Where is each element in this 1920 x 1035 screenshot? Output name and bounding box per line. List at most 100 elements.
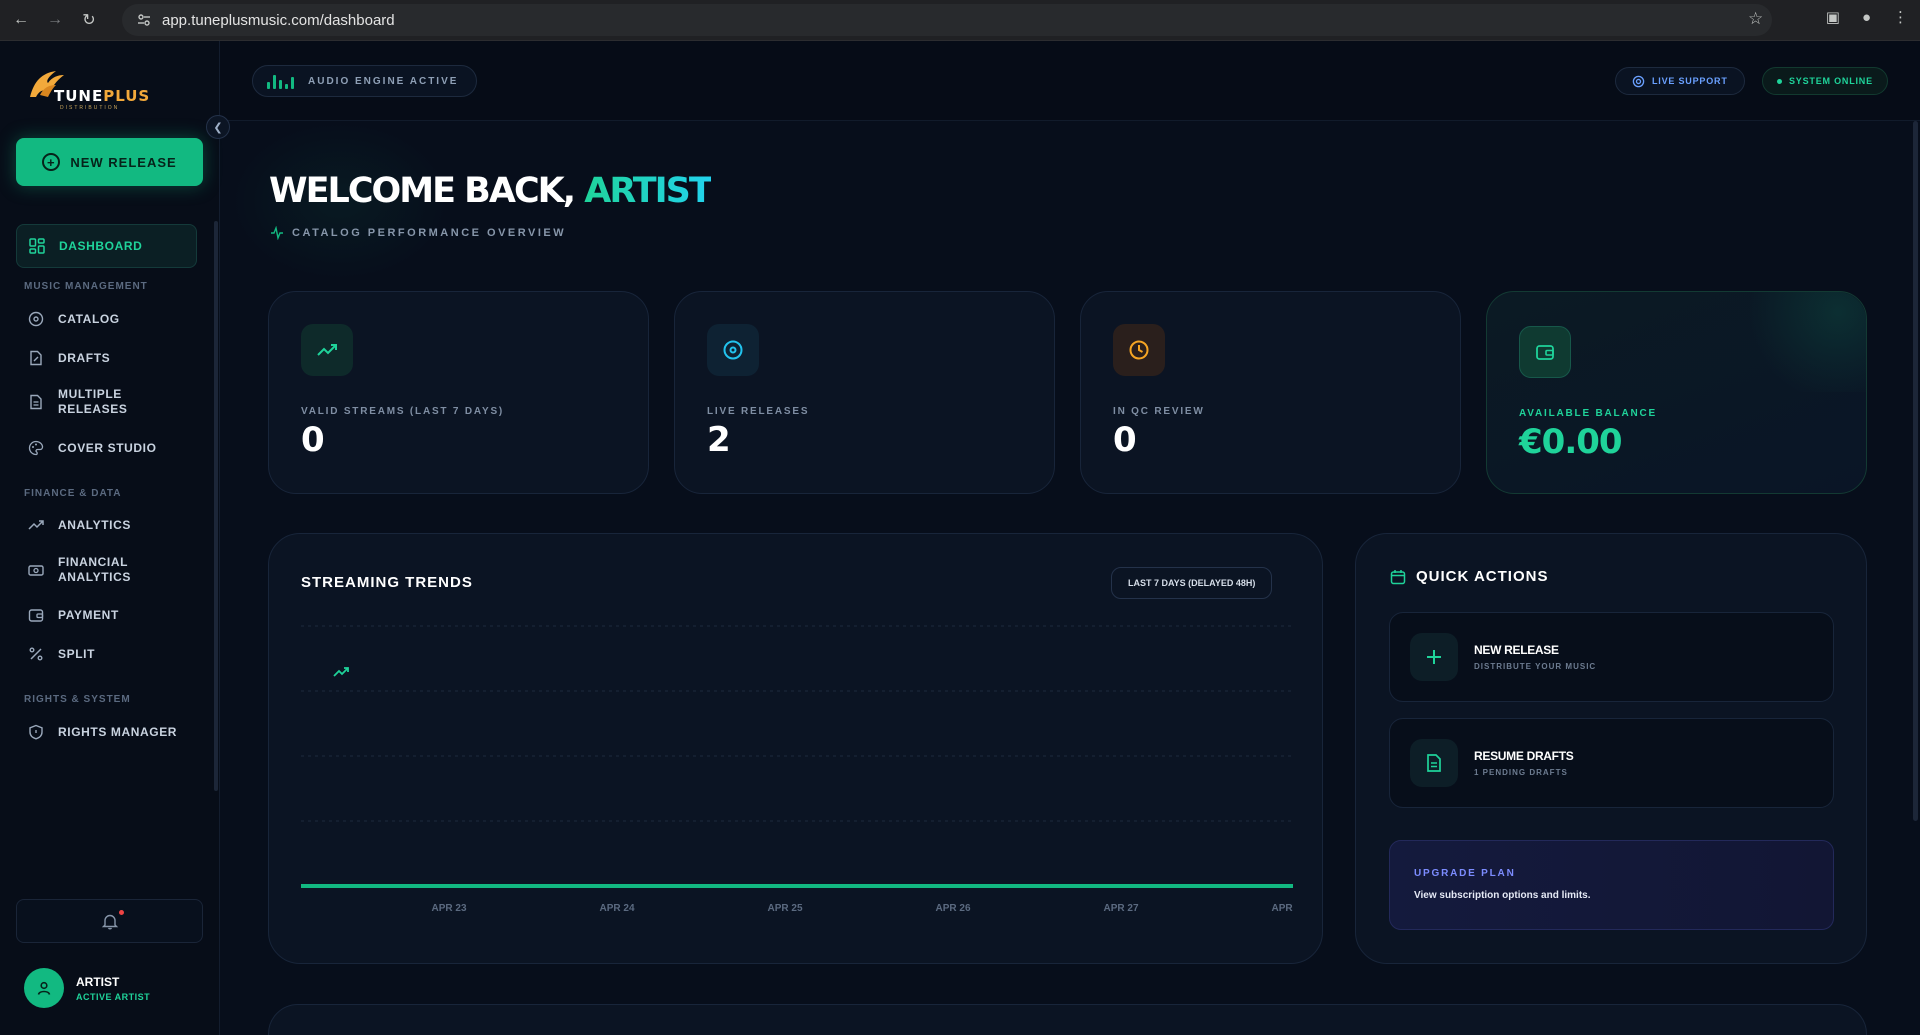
bookmark-star-icon[interactable]: ☆: [1748, 9, 1763, 29]
brand-name-part1: TUNE: [54, 87, 104, 105]
streaming-trends-card: STREAMING TRENDS LAST 7 DAYS (DELAYED 48…: [268, 533, 1323, 964]
trending-up-icon: [28, 520, 44, 530]
sidebar-item-label: ANALYTICS: [58, 518, 131, 532]
notifications-button[interactable]: [16, 899, 203, 943]
upgrade-plan-subtitle: View subscription options and limits.: [1414, 890, 1591, 901]
sidebar-item-label: DASHBOARD: [59, 239, 143, 253]
stat-label: AVAILABLE BALANCE: [1519, 408, 1658, 419]
x-tick-label: APR 24: [599, 903, 634, 914]
avatar: [24, 968, 64, 1008]
sidebar-item-multiple-releases[interactable]: MULTIPLE RELEASES: [16, 387, 197, 417]
quick-action-resume-drafts[interactable]: RESUME DRAFTS 1 PENDING DRAFTS: [1389, 718, 1834, 808]
chevron-left-icon: ❮: [213, 121, 223, 134]
user-icon: [37, 981, 51, 995]
sidebar-item-catalog[interactable]: CATALOG: [16, 311, 197, 327]
sidebar-item-label: RIGHTS MANAGER: [58, 725, 178, 739]
stat-value: €0.00: [1519, 422, 1623, 462]
plus-glyph-icon: [1427, 650, 1441, 664]
sidebar-item-financial-analytics[interactable]: FINANCIAL ANALYTICS: [16, 555, 197, 585]
forward-icon[interactable]: →: [42, 7, 68, 33]
new-release-button[interactable]: + NEW RELEASE: [16, 138, 203, 186]
file-edit-icon: [30, 350, 42, 366]
audio-engine-status: AUDIO ENGINE ACTIVE: [252, 65, 478, 97]
stat-card-qc-review: IN QC REVIEW 0: [1080, 291, 1461, 494]
streaming-trends-title: STREAMING TRENDS: [301, 574, 473, 677]
shield-icon: [29, 724, 43, 740]
tab-search-icon[interactable]: ▣: [1826, 8, 1840, 26]
stat-icon-box: [301, 324, 353, 376]
percent-icon: [29, 647, 43, 661]
new-release-label: NEW RELEASE: [70, 154, 177, 170]
stat-card-live-releases: LIVE RELEASES 2: [674, 291, 1055, 494]
sidebar-item-drafts[interactable]: DRAFTS: [16, 350, 197, 366]
x-tick-label: APR 27: [1103, 903, 1138, 914]
section-rights-system: RIGHTS & SYSTEM: [24, 694, 131, 705]
equalizer-icon: [267, 73, 294, 89]
date-range-selector[interactable]: LAST 7 DAYS (DELAYED 48H): [1111, 567, 1273, 599]
bottom-card: [268, 1004, 1867, 1035]
sidebar-item-dashboard[interactable]: DASHBOARD: [16, 224, 197, 268]
sidebar-item-split[interactable]: SPLIT: [16, 646, 197, 662]
document-stack-icon: [30, 394, 42, 410]
sidebar-item-rights-manager[interactable]: RIGHTS MANAGER: [16, 724, 197, 740]
stat-icon-box: [1519, 326, 1571, 378]
quick-actions-label: QUICK ACTIONS: [1416, 568, 1549, 585]
menu-icon[interactable]: ⋮: [1893, 8, 1908, 26]
section-music-management: MUSIC MANAGEMENT: [24, 281, 148, 292]
sidebar-item-label: ANALYTICS: [58, 570, 131, 584]
sidebar-item-label: RELEASES: [58, 402, 128, 416]
upgrade-plan-card[interactable]: UPGRADE PLAN View subscription options a…: [1389, 840, 1834, 930]
audio-engine-label: AUDIO ENGINE ACTIVE: [308, 75, 459, 87]
system-online-label: SYSTEM ONLINE: [1789, 76, 1873, 86]
top-bar: AUDIO ENGINE ACTIVE LIVE SUPPORT SYSTEM …: [220, 41, 1920, 121]
brand-name-part2: PLUS: [103, 87, 151, 105]
stat-icon-box: [1113, 324, 1165, 376]
sidebar-item-label: SPLIT: [58, 647, 96, 661]
document-glyph-icon: [1427, 754, 1441, 772]
stat-value: 2: [707, 420, 731, 460]
x-tick-label: APR 28: [1271, 903, 1293, 914]
user-role: ACTIVE ARTIST: [76, 991, 151, 1002]
quick-action-subtitle: 1 PENDING DRAFTS: [1474, 768, 1568, 777]
main-content: WELCOME BACK, ARTIST CATALOG PERFORMANCE…: [220, 121, 1920, 1035]
stat-label: VALID STREAMS (LAST 7 DAYS): [301, 406, 505, 417]
clock-icon: [1129, 340, 1149, 360]
main-scrollbar[interactable]: [1913, 121, 1918, 821]
section-finance-data: FINANCE & DATA: [24, 488, 122, 499]
quick-action-new-release[interactable]: NEW RELEASE DISTRIBUTE YOUR MUSIC: [1389, 612, 1834, 702]
lifebuoy-icon: [1632, 75, 1645, 87]
user-name: ARTIST: [76, 974, 120, 989]
palette-icon: [28, 440, 44, 456]
sidebar-item-label: COVER STUDIO: [58, 441, 157, 455]
notification-badge: [117, 908, 126, 917]
decorative-glow: [1726, 292, 1866, 392]
system-online-status: SYSTEM ONLINE: [1762, 67, 1888, 95]
sidebar-item-label: CATALOG: [58, 312, 120, 326]
address-bar[interactable]: app.tuneplusmusic.com/dashboard: [122, 4, 1772, 36]
subtitle-text: CATALOG PERFORMANCE OVERVIEW: [292, 227, 567, 239]
plus-icon: [1410, 633, 1458, 681]
user-profile[interactable]: ARTIST ACTIVE ARTIST: [24, 968, 150, 1008]
sidebar-item-analytics[interactable]: ANALYTICS: [16, 517, 197, 533]
tuneplus-logo[interactable]: TUNEPLUS DISTRIBUTION: [26, 67, 149, 113]
sidebar-scrollbar[interactable]: [214, 221, 218, 791]
reload-icon[interactable]: ↻: [76, 7, 102, 33]
collapse-sidebar-button[interactable]: ❮: [206, 115, 230, 139]
live-support-button[interactable]: LIVE SUPPORT: [1615, 67, 1745, 95]
url-text: app.tuneplusmusic.com/dashboard: [162, 11, 395, 29]
wallet-icon: [1536, 345, 1554, 360]
stat-value: 0: [1113, 420, 1137, 460]
sidebar-item-label: MULTIPLE: [58, 387, 122, 401]
profile-icon[interactable]: ●: [1862, 9, 1871, 26]
stat-card-streams: VALID STREAMS (LAST 7 DAYS) 0: [268, 291, 649, 494]
sidebar-item-cover-studio[interactable]: COVER STUDIO: [16, 440, 197, 456]
sidebar-item-payment[interactable]: PAYMENT: [16, 607, 197, 623]
site-info-icon[interactable]: [136, 12, 152, 28]
page-subtitle: CATALOG PERFORMANCE OVERVIEW: [270, 226, 566, 240]
quick-action-subtitle: DISTRIBUTE YOUR MUSIC: [1474, 662, 1597, 671]
status-dot-icon: [1777, 78, 1782, 84]
x-tick-label: APR 23: [431, 903, 466, 914]
back-icon[interactable]: ←: [8, 7, 34, 33]
stat-label: IN QC REVIEW: [1113, 406, 1205, 417]
sidebar: TUNEPLUS DISTRIBUTION ❮ + NEW RELEASE DA…: [0, 41, 230, 1035]
